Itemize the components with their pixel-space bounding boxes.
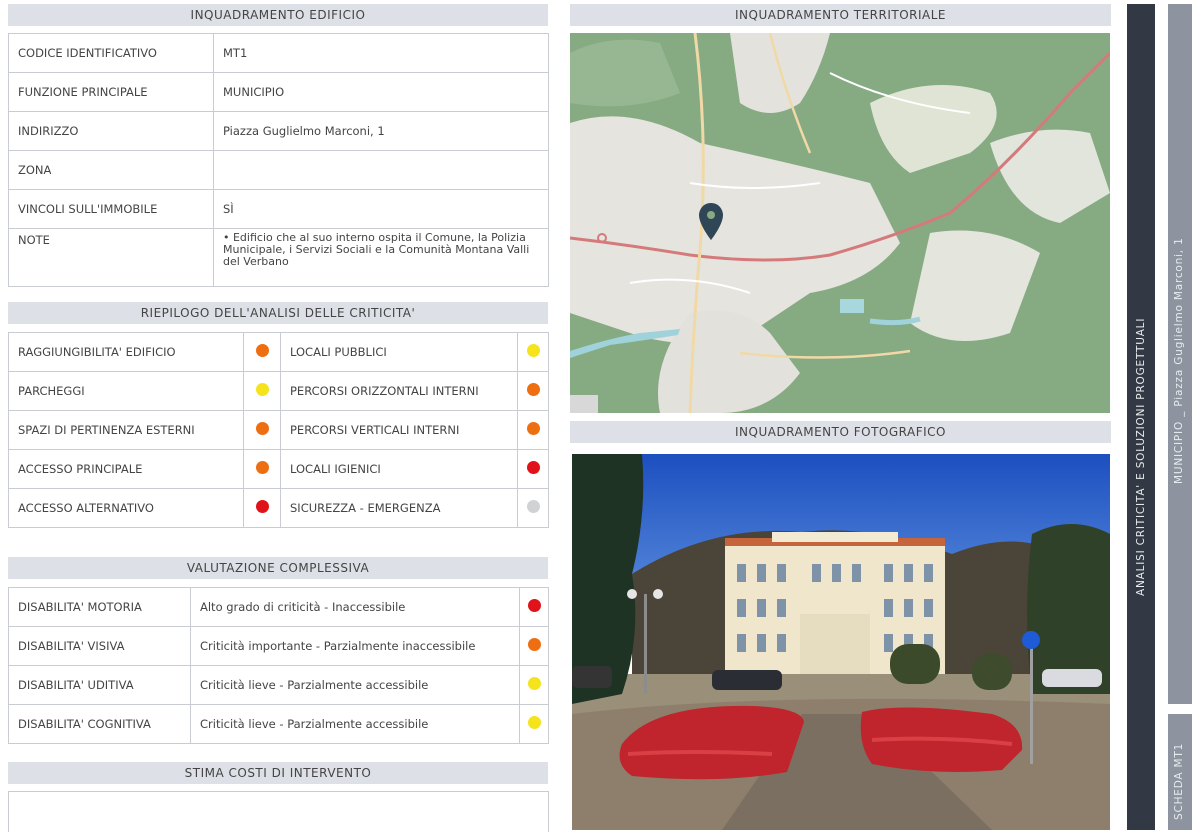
criticality-label: SICUREZZA - EMERGENZA <box>280 488 518 528</box>
criticality-indicator <box>243 371 281 411</box>
status-dot <box>526 461 540 474</box>
assessment-indicator <box>519 587 549 627</box>
row-value <box>213 150 549 190</box>
section-header-territoriale: INQUADRAMENTO TERRITORIALE <box>570 4 1111 26</box>
disability-label: DISABILITA' COGNITIVA <box>8 704 191 744</box>
criticality-indicator <box>517 488 549 528</box>
status-dot <box>527 677 541 690</box>
status-dot <box>255 461 269 474</box>
section-header-costi: STIMA COSTI DI INTERVENTO <box>8 762 548 784</box>
criticality-label: PARCHEGGI <box>8 371 244 411</box>
assessment-text: Alto grado di criticità - Inaccessibile <box>190 587 520 627</box>
status-dot <box>526 422 540 435</box>
criticality-indicator <box>243 410 281 450</box>
criticality-label: PERCORSI ORIZZONTALI INTERNI <box>280 371 518 411</box>
sidebar-section-title: ANALISI CRITICITA' E SOLUZIONI PROGETTUA… <box>1135 317 1147 596</box>
status-dot <box>526 344 540 357</box>
criticality-indicator <box>517 449 549 489</box>
status-dot <box>526 383 540 396</box>
status-dot <box>527 638 541 651</box>
disability-label: DISABILITA' UDITIVA <box>8 665 191 705</box>
criticality-indicator <box>517 410 549 450</box>
criticality-indicator <box>243 488 281 528</box>
criticality-label: LOCALI PUBBLICI <box>280 332 518 372</box>
criticality-label: RAGGIUNGIBILITA' EDIFICIO <box>8 332 244 372</box>
row-label: CODICE IDENTIFICATIVO <box>8 33 214 73</box>
row-value: MUNICIPIO <box>213 72 549 112</box>
row-label: VINCOLI SULL'IMMOBILE <box>8 189 214 229</box>
photo-graphic <box>572 454 1110 830</box>
criticality-label: PERCORSI VERTICALI INTERNI <box>280 410 518 450</box>
status-dot <box>255 344 269 357</box>
row-value: SÌ <box>213 189 549 229</box>
criticality-indicator <box>517 332 549 372</box>
row-label: INDIRIZZO <box>8 111 214 151</box>
building-info-table: CODICE IDENTIFICATIVO MT1 FUNZIONE PRINCI… <box>8 33 549 287</box>
disability-label: DISABILITA' VISIVA <box>8 626 191 666</box>
status-dot <box>255 383 269 396</box>
cost-estimate-box <box>8 791 549 832</box>
row-label: FUNZIONE PRINCIPALE <box>8 72 214 112</box>
building-photo <box>572 454 1110 830</box>
assessment-indicator <box>519 704 549 744</box>
section-header-riepilogo: RIEPILOGO DELL'ANALISI DELLE CRITICITA' <box>8 302 548 324</box>
criticality-label: ACCESSO ALTERNATIVO <box>8 488 244 528</box>
status-dot <box>255 500 269 513</box>
section-header-fotografico: INQUADRAMENTO FOTOGRAFICO <box>570 421 1111 443</box>
assessment-indicator <box>519 665 549 705</box>
sidebar-building-title: MUNICIPIO _ Piazza Guglielmo Marconi, 1 <box>1173 237 1185 484</box>
assessment-indicator <box>519 626 549 666</box>
row-value: MT1 <box>213 33 549 73</box>
status-dot <box>527 599 541 612</box>
row-label: ZONA <box>8 150 214 190</box>
criticality-summary-table: RAGGIUNGIBILITA' EDIFICIO LOCALI PUBBLIC… <box>8 332 549 528</box>
sidebar-scheda-label: SCHEDA MT1 <box>1173 742 1185 820</box>
note-text: • Edificio che al suo interno ospita il … <box>213 228 549 287</box>
criticality-label: SPAZI DI PERTINENZA ESTERNI <box>8 410 244 450</box>
section-header-valutazione: VALUTAZIONE COMPLESSIVA <box>8 557 548 579</box>
disability-label: DISABILITA' MOTORIA <box>8 587 191 627</box>
criticality-label: LOCALI IGIENICI <box>280 449 518 489</box>
assessment-text: Criticità lieve - Parzialmente accessibi… <box>190 665 520 705</box>
criticality-indicator <box>243 332 281 372</box>
assessment-text: Criticità importante - Parzialmente inac… <box>190 626 520 666</box>
section-header-edificio: INQUADRAMENTO EDIFICIO <box>8 4 548 26</box>
criticality-indicator <box>517 371 549 411</box>
sidebar-section-band: ANALISI CRITICITA' E SOLUZIONI PROGETTUA… <box>1127 4 1155 830</box>
row-value: Piazza Guglielmo Marconi, 1 <box>213 111 549 151</box>
criticality-label: ACCESSO PRINCIPALE <box>8 449 244 489</box>
criticality-indicator <box>243 449 281 489</box>
territorial-map <box>570 33 1110 413</box>
map-graphic <box>570 33 1110 413</box>
status-dot <box>526 500 540 513</box>
status-dot <box>255 422 269 435</box>
row-label: NOTE <box>8 228 214 287</box>
overall-assessment-table: DISABILITA' MOTORIA Alto grado di critic… <box>8 587 549 744</box>
status-dot <box>527 716 541 729</box>
sidebar-building-band: MUNICIPIO _ Piazza Guglielmo Marconi, 1 <box>1168 4 1192 704</box>
sidebar-scheda-band: SCHEDA MT1 <box>1168 714 1192 830</box>
assessment-text: Criticità lieve - Parzialmente accessibi… <box>190 704 520 744</box>
